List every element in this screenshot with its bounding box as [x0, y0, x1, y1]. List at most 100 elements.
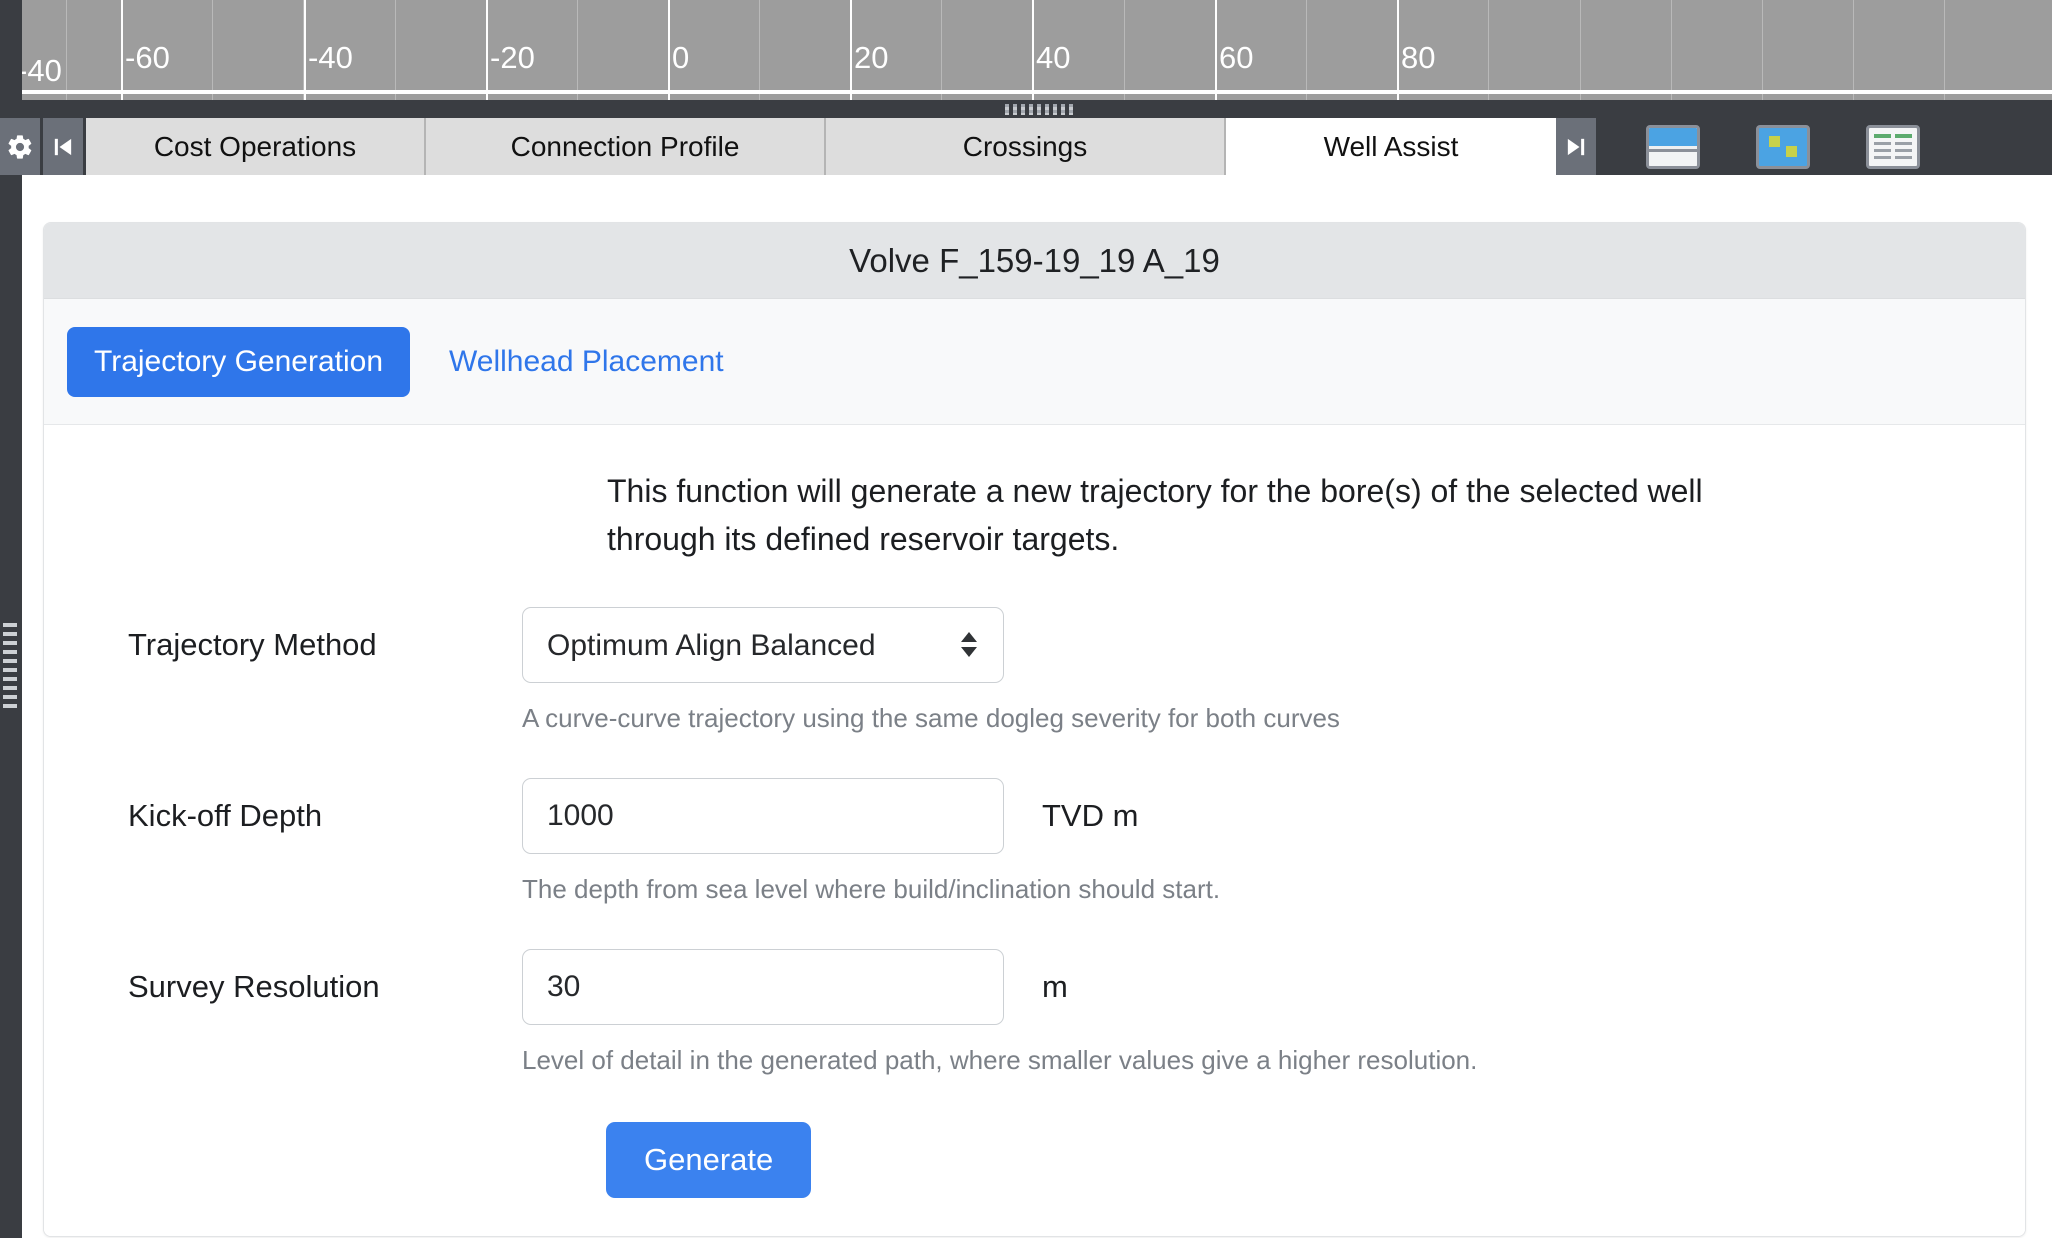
panel-tab-label: Trajectory Generation — [94, 344, 384, 378]
table-row-line — [1874, 155, 1891, 159]
panel-header: Volve F_159-19_19 A_19 — [44, 223, 2025, 299]
ruler-label: 80 — [1401, 40, 1436, 75]
ruler-baseline — [0, 90, 2052, 94]
ruler-tick-minor — [1488, 0, 1489, 100]
ruler-tick — [668, 0, 670, 100]
panel-body: This function will generate a new trajec… — [44, 467, 2025, 1236]
survey-resolution-input[interactable] — [522, 949, 1004, 1025]
table-row-line — [1895, 148, 1912, 152]
tab-wellhead-placement[interactable]: Wellhead Placement — [422, 327, 751, 397]
map-view-icon[interactable] — [1756, 124, 1810, 169]
ruler-tick-minor — [577, 0, 578, 100]
trajectory-method-field: Optimum Align Balanced A curve-curve tra… — [522, 607, 1340, 734]
ruler-tick-minor — [395, 0, 396, 100]
page-title: Volve F_159-19_19 A_19 — [849, 241, 1220, 279]
field-row-trajectory-method: Trajectory Method Optimum Align Balanced… — [44, 607, 2025, 734]
ruler-track: -40 -60 -40 -20 0 20 40 60 80 — [0, 0, 2052, 100]
table-header-right — [1895, 133, 1912, 138]
view-toggle-group — [1646, 118, 1920, 175]
gear-icon — [6, 133, 34, 161]
generate-button[interactable]: Generate — [606, 1122, 812, 1198]
table-header-left — [1874, 133, 1891, 138]
trajectory-method-label: Trajectory Method — [128, 627, 377, 662]
panel-description: This function will generate a new trajec… — [607, 473, 1703, 557]
ruler-label: -60 — [125, 40, 170, 75]
ruler-label: -40 — [308, 40, 353, 75]
ruler-tick — [850, 0, 852, 100]
vertical-resize-grip[interactable] — [3, 623, 17, 708]
survey-resolution-label: Survey Resolution — [128, 969, 380, 1004]
ruler-tick-minor — [1762, 0, 1763, 100]
skip-next-icon — [1562, 133, 1590, 161]
tab-label: Cost Operations — [153, 130, 357, 162]
trajectory-method-select-wrap: Optimum Align Balanced — [522, 607, 1004, 683]
tab-cost-operations[interactable]: Cost Operations — [86, 118, 426, 175]
ruler-tick-minor — [66, 0, 67, 100]
ruler-tick-minor — [1944, 0, 1945, 100]
ruler-tick-minor — [941, 0, 942, 100]
ruler-label: -40 — [17, 53, 62, 88]
settings-button[interactable] — [0, 118, 40, 175]
kickoff-depth-input[interactable] — [522, 778, 1004, 854]
tab-trajectory-generation[interactable]: Trajectory Generation — [67, 326, 411, 397]
ruler-left-cap — [0, 0, 22, 100]
survey-resolution-unit: m — [1042, 969, 1068, 1004]
ruler-tick-minor — [212, 0, 213, 100]
tab-well-assist[interactable]: Well Assist — [1226, 118, 1556, 175]
table-row-line — [1874, 148, 1891, 152]
ruler-label: 0 — [672, 40, 690, 75]
ruler-tick — [1397, 0, 1399, 100]
tab-label: Crossings — [962, 130, 1088, 162]
ruler-label: 40 — [1036, 40, 1071, 75]
split-view-top — [1649, 127, 1697, 146]
ruler-tick-minor — [759, 0, 760, 100]
tab-label: Well Assist — [1323, 130, 1459, 162]
tab-strip: Cost Operations Connection Profile Cross… — [86, 118, 1556, 175]
previous-tab-button[interactable] — [43, 118, 83, 175]
left-dock-rail — [0, 175, 22, 1238]
ruler-tick-minor — [1306, 0, 1307, 100]
trajectory-method-hint: A curve-curve trajectory using the same … — [522, 703, 1340, 733]
kickoff-depth-hint: The depth from sea level where build/inc… — [522, 874, 1221, 904]
ruler-tick — [1215, 0, 1217, 100]
table-row-line — [1895, 155, 1912, 159]
kickoff-depth-field: The depth from sea level where build/inc… — [522, 778, 1221, 905]
table-row-line — [1895, 141, 1912, 145]
ruler-tick-minor — [1580, 0, 1581, 100]
ruler-tick — [304, 0, 306, 100]
ruler-tick — [486, 0, 488, 100]
trajectory-method-select[interactable]: Optimum Align Balanced — [522, 607, 1004, 683]
ruler-label: 60 — [1219, 40, 1254, 75]
horizontal-resize-grip[interactable] — [1005, 104, 1073, 115]
map-marker-b — [1786, 145, 1797, 157]
generate-row: Generate — [44, 1122, 2025, 1236]
panel-tab-strip: Trajectory Generation Wellhead Placement — [44, 299, 2025, 425]
next-tab-button[interactable] — [1556, 118, 1596, 175]
field-row-kickoff-depth: Kick-off Depth The depth from sea level … — [44, 778, 2025, 905]
ruler-label: -20 — [490, 40, 535, 75]
horizontal-ruler[interactable]: -40 -60 -40 -20 0 20 40 60 80 — [0, 0, 2052, 100]
table-row-line — [1874, 141, 1891, 145]
skip-previous-icon — [49, 133, 77, 161]
split-view-bottom — [1649, 148, 1697, 166]
ruler-tick — [1032, 0, 1034, 100]
kickoff-depth-label: Kick-off Depth — [128, 798, 323, 833]
map-marker-a — [1769, 135, 1780, 147]
main-tabbar: Cost Operations Connection Profile Cross… — [0, 118, 2052, 175]
ruler-tick-minor — [1853, 0, 1854, 100]
tab-crossings[interactable]: Crossings — [826, 118, 1226, 175]
table-view-icon[interactable] — [1866, 124, 1920, 169]
ruler-tick — [121, 0, 123, 100]
ruler-tick-minor — [1124, 0, 1125, 100]
panel-tab-label: Wellhead Placement — [449, 344, 724, 378]
split-view-icon[interactable] — [1646, 124, 1700, 169]
well-assist-panel: Volve F_159-19_19 A_19 Trajectory Genera… — [43, 222, 2026, 1237]
field-row-survey-resolution: Survey Resolution Level of detail in the… — [44, 949, 2025, 1076]
tab-connection-profile[interactable]: Connection Profile — [426, 118, 826, 175]
survey-resolution-field: Level of detail in the generated path, w… — [522, 949, 1478, 1076]
tab-label: Connection Profile — [510, 130, 740, 162]
app-root: -40 -60 -40 -20 0 20 40 60 80 Cost Opera… — [0, 0, 2052, 1238]
ruler-label: 20 — [854, 40, 889, 75]
kickoff-depth-unit: TVD m — [1042, 798, 1139, 833]
survey-resolution-hint: Level of detail in the generated path, w… — [522, 1045, 1478, 1075]
